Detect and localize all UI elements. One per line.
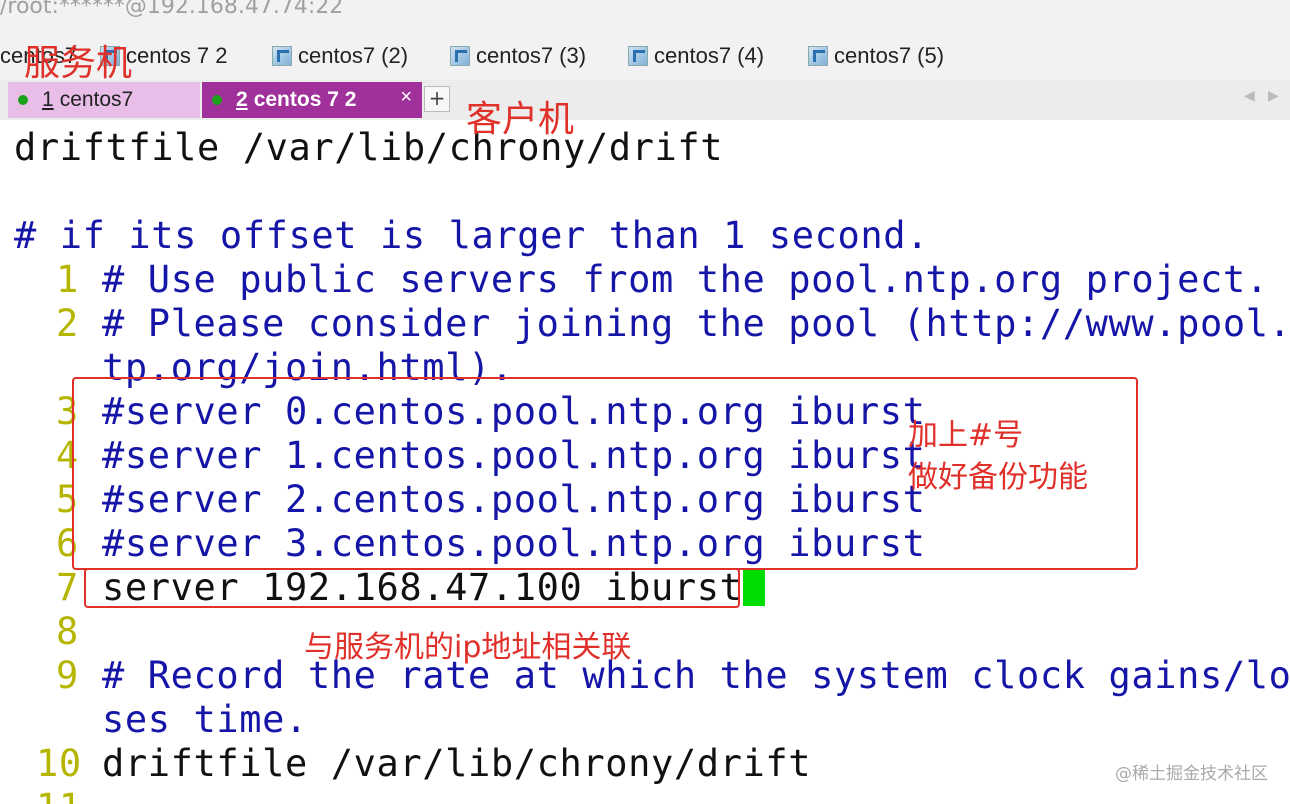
session-label: centos 7 2 (126, 43, 228, 68)
session-label: centos7 (4) (654, 43, 765, 68)
line-number: 10 (36, 742, 82, 785)
terminal-line: # Please consider joining the pool (http… (102, 302, 1290, 345)
session-icon (450, 46, 470, 66)
session-bar: centos7 centos 7 2 centos7 (2) centos7 (… (0, 28, 1290, 80)
annotation-box-new-server (84, 568, 740, 608)
add-tab-button[interactable]: + (424, 86, 450, 112)
tab-bar: 1 centos7 2 centos 7 2 × (0, 80, 1290, 120)
window-title: /root:******@192.168.47.74:22 (0, 0, 344, 19)
line-number: 7 (56, 566, 79, 609)
tab-number: 1 (42, 88, 54, 111)
cursor (742, 570, 765, 606)
line-number: 1 (56, 258, 79, 301)
annotation-server-label: 服务机 (24, 43, 133, 84)
status-dot-icon (18, 95, 28, 105)
session-item-centos7-4[interactable]: centos7 (4) (628, 43, 764, 69)
tab-centos7[interactable]: 1 centos7 (8, 82, 200, 118)
window-titlebar: /root:******@192.168.47.74:22 (0, 0, 1290, 28)
annotation-comment-note: 加上#号 (908, 418, 1024, 453)
chevron-left-icon[interactable]: ◀ (1244, 88, 1255, 104)
session-label: centos7 (2) (298, 43, 409, 68)
session-icon (272, 46, 292, 66)
terminal-line: driftfile /var/lib/chrony/drift (14, 126, 724, 169)
session-item-centos7-5[interactable]: centos7 (5) (808, 43, 944, 69)
session-icon (808, 46, 828, 66)
terminal-line: driftfile /var/lib/chrony/drift (102, 742, 812, 785)
tab-number: 2 (236, 88, 248, 111)
annotation-client-label: 客户机 (466, 99, 575, 140)
watermark: @稀土掘金技术社区 (1115, 764, 1268, 784)
tab-centos-7-2[interactable]: 2 centos 7 2 × (202, 82, 422, 118)
terminal-line: ses time. (102, 698, 308, 741)
close-icon[interactable]: × (400, 86, 412, 109)
session-item-centos7-2[interactable]: centos7 (2) (272, 43, 408, 69)
line-number: 9 (56, 654, 79, 697)
chevron-right-icon[interactable]: ▶ (1268, 88, 1279, 104)
tab-label: centos 7 2 (253, 88, 357, 111)
annotation-ip-note: 与服务机的ip地址相关联 (304, 630, 632, 665)
session-label: centos7 (3) (476, 43, 587, 68)
session-label: centos7 (5) (834, 43, 945, 68)
terminal-line: # Record the rate at which the system cl… (102, 654, 1290, 697)
annotation-backup-note: 做好备份功能 (908, 460, 1088, 495)
terminal-line: # Use public servers from the pool.ntp.o… (102, 258, 1269, 301)
line-number: 11 (36, 786, 82, 804)
terminal-line: # if its offset is larger than 1 second. (14, 214, 930, 257)
line-number: 8 (56, 610, 79, 653)
session-icon (628, 46, 648, 66)
session-item-centos7-3[interactable]: centos7 (3) (450, 43, 586, 69)
line-number: 2 (56, 302, 79, 345)
status-dot-icon (212, 95, 222, 105)
tab-label: centos7 (59, 88, 134, 111)
